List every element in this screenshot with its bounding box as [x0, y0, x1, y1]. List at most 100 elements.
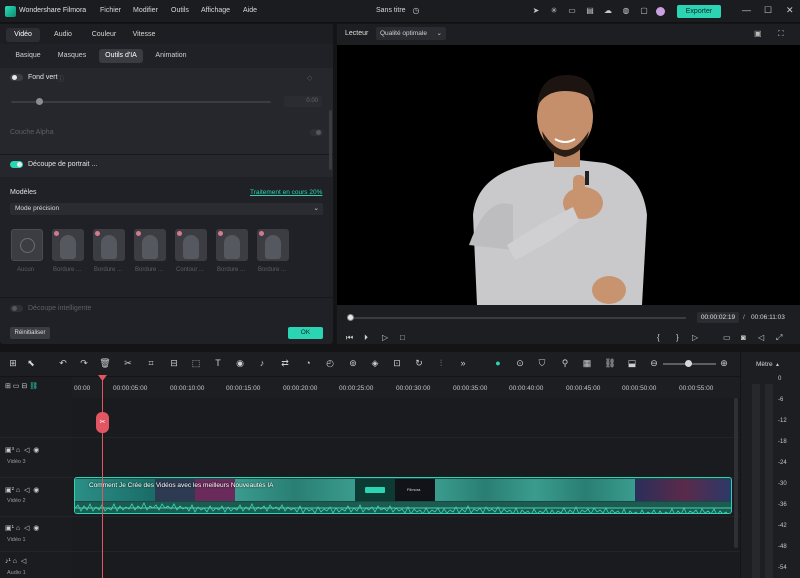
- subtab-masques[interactable]: Masques: [54, 49, 90, 63]
- redo-icon[interactable]: ↷: [78, 357, 90, 369]
- fullscreen-icon[interactable]: ⛶: [778, 29, 784, 39]
- headset-icon[interactable]: ◍: [621, 6, 631, 16]
- render-icon[interactable]: ▷: [692, 333, 698, 342]
- track-controls[interactable]: ▣² ⌂ ◁ ◉: [5, 486, 39, 494]
- video-preview[interactable]: [337, 45, 800, 305]
- keyframe-icon[interactable]: ↻: [413, 357, 425, 369]
- zoom-in-icon[interactable]: ⊕: [718, 357, 730, 369]
- fond-vert-value[interactable]: 0.00: [284, 96, 322, 107]
- stop-icon[interactable]: □: [400, 333, 405, 342]
- couche-alpha-toggle[interactable]: [310, 129, 323, 136]
- select-tool-icon[interactable]: ⬉: [25, 357, 37, 369]
- fit-timeline-icon[interactable]: ⬓: [626, 357, 638, 369]
- playhead[interactable]: [102, 377, 103, 578]
- menu-modifier[interactable]: Modifier: [133, 7, 158, 14]
- playback-knob[interactable]: [347, 314, 354, 321]
- motion-icon[interactable]: ⇄: [279, 357, 291, 369]
- record-icon[interactable]: ●: [492, 357, 504, 369]
- preset-none[interactable]: [11, 229, 43, 261]
- decoupe-portrait-toggle[interactable]: [10, 161, 23, 168]
- tab-vitesse[interactable]: Vitesse: [126, 28, 162, 42]
- preset-3[interactable]: [134, 229, 166, 261]
- storyboard-icon[interactable]: ▦: [581, 357, 593, 369]
- camera-icon[interactable]: ◙: [741, 333, 746, 342]
- delete-icon[interactable]: 🗑: [99, 357, 111, 369]
- add-track-icon[interactable]: ⊞ ▭ ⊟ ⛓: [5, 382, 38, 390]
- prev-frame-icon[interactable]: ⏮: [346, 333, 353, 343]
- preset-2[interactable]: [93, 229, 125, 261]
- decoupe-intelligente-toggle[interactable]: [10, 305, 23, 312]
- fond-vert-slider[interactable]: [11, 101, 271, 103]
- play-icon[interactable]: ▷: [382, 333, 388, 342]
- split-icon[interactable]: ✂: [122, 357, 134, 369]
- mic-icon[interactable]: ⚲: [559, 357, 571, 369]
- speed-icon[interactable]: ◔: [302, 357, 314, 369]
- mode-select[interactable]: Mode précision ⌄: [10, 203, 323, 215]
- mask-icon[interactable]: ◈: [369, 357, 381, 369]
- menu-aide[interactable]: Aide: [243, 7, 257, 14]
- zoom-slider-knob[interactable]: [685, 360, 692, 367]
- preset-1[interactable]: [52, 229, 84, 261]
- minimize-icon[interactable]: —: [742, 5, 751, 15]
- current-time[interactable]: 00:00:02:19: [697, 312, 739, 323]
- color-icon[interactable]: ◉: [234, 357, 246, 369]
- library-icon[interactable]: ▤: [585, 6, 595, 16]
- processing-status-link[interactable]: Traitement en cours 20%: [250, 189, 322, 196]
- playback-progress[interactable]: [350, 317, 686, 319]
- play-reverse-icon[interactable]: ⏵: [364, 333, 368, 343]
- expand-icon[interactable]: ⤢: [776, 333, 782, 343]
- crop-icon[interactable]: ⌗: [145, 357, 157, 369]
- more-icon[interactable]: »: [457, 357, 469, 369]
- timer-icon[interactable]: ◴: [324, 357, 336, 369]
- mark-out-icon[interactable]: }: [676, 333, 679, 342]
- notification-icon[interactable]: ▢: [639, 6, 649, 16]
- send-icon[interactable]: ➤: [531, 6, 541, 16]
- layout-icon[interactable]: ⊞: [7, 357, 19, 369]
- fond-vert-slider-knob[interactable]: [36, 98, 43, 105]
- tab-couleur[interactable]: Couleur: [86, 28, 122, 42]
- tab-video[interactable]: Vidéo: [6, 28, 40, 42]
- ok-button[interactable]: OK: [288, 327, 323, 339]
- close-icon[interactable]: ✕: [786, 5, 794, 16]
- shield-icon[interactable]: ⛉: [536, 357, 548, 369]
- video-clip[interactable]: Filmora Comment Je Crée des Vidéos avec …: [74, 477, 732, 514]
- track-controls[interactable]: ▣³ ⌂ ◁ ◉: [5, 446, 39, 454]
- equalizer-icon[interactable]: ⫶: [435, 357, 447, 369]
- menu-affichage[interactable]: Affichage: [201, 7, 230, 14]
- text-icon[interactable]: T: [212, 357, 224, 369]
- export-button[interactable]: Exporter: [677, 5, 721, 18]
- fit-icon[interactable]: ⬚: [190, 357, 202, 369]
- zoom-out-icon[interactable]: ⊖: [648, 357, 660, 369]
- reset-diamond-icon[interactable]: ◇: [307, 74, 312, 82]
- snap-icon[interactable]: ⊙: [514, 357, 526, 369]
- undo-icon[interactable]: ↶: [57, 357, 69, 369]
- subtab-basique[interactable]: Basique: [10, 49, 46, 63]
- preset-5[interactable]: [216, 229, 248, 261]
- menu-fichier[interactable]: Fichier: [100, 7, 121, 14]
- loading-icon[interactable]: ✳: [549, 6, 559, 16]
- snapshot-icon[interactable]: ▣: [754, 29, 762, 38]
- preset-4[interactable]: [175, 229, 207, 261]
- ai-tool-icon[interactable]: ⊚: [347, 357, 359, 369]
- display-icon[interactable]: ▭: [723, 333, 731, 342]
- split-marker-icon[interactable]: ✂: [96, 412, 109, 433]
- keyboard-icon[interactable]: ▭: [567, 6, 577, 16]
- meter-dropdown-icon[interactable]: ▲: [775, 362, 780, 368]
- maximize-icon[interactable]: ☐: [764, 5, 772, 16]
- quality-select[interactable]: Qualité optimale ⌄: [376, 27, 446, 40]
- subtab-animation[interactable]: Animation: [150, 49, 192, 63]
- track-controls[interactable]: ▣¹ ⌂ ◁ ◉: [5, 524, 39, 532]
- cloud-icon[interactable]: ☁: [603, 6, 613, 16]
- timeline-vertical-scrollbar[interactable]: [734, 398, 738, 548]
- fond-vert-toggle[interactable]: [10, 74, 23, 81]
- panel-scrollbar[interactable]: [329, 110, 332, 170]
- preset-6[interactable]: [257, 229, 289, 261]
- volume-icon[interactable]: ◁: [758, 333, 764, 342]
- tab-audio[interactable]: Audio: [46, 28, 80, 42]
- link-icon[interactable]: ⛓: [604, 357, 616, 369]
- track-controls[interactable]: ♪¹ ⌂ ◁: [5, 557, 26, 565]
- audio-icon[interactable]: ♪: [256, 357, 268, 369]
- meter-title[interactable]: Mètre: [756, 361, 773, 368]
- menu-outils[interactable]: Outils: [171, 7, 189, 14]
- subtab-outils-ia[interactable]: Outils d'IA: [99, 49, 143, 63]
